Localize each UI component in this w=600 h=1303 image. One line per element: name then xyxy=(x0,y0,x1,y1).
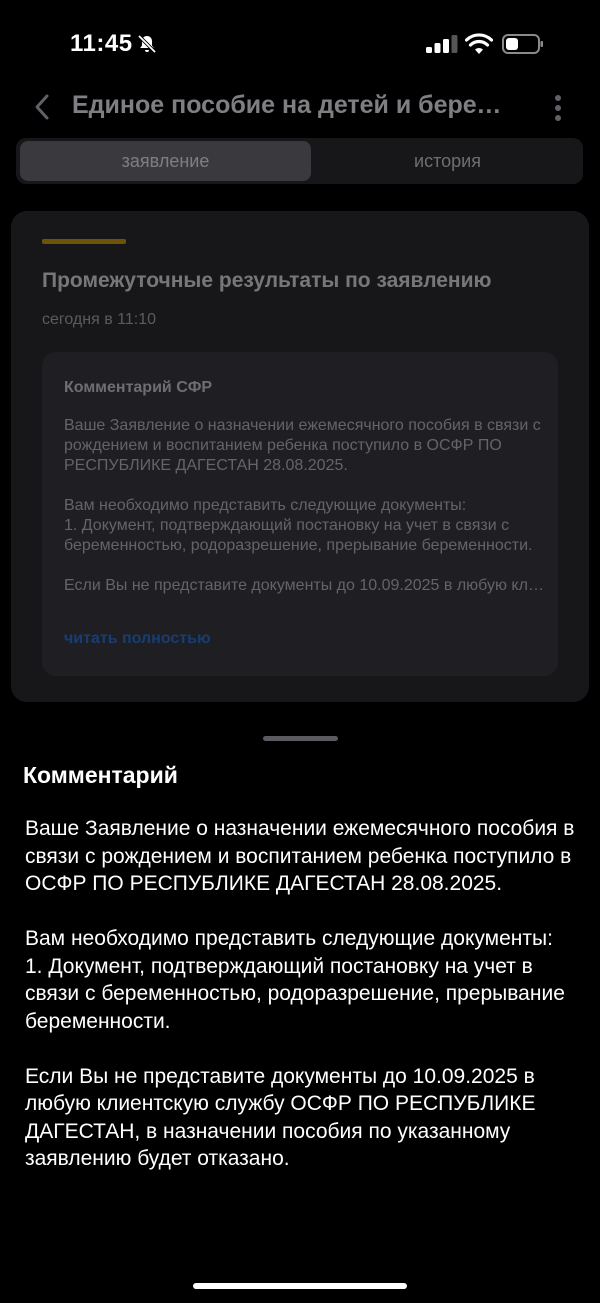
tab-application[interactable]: заявление xyxy=(20,141,311,181)
sheet-paragraph: Ваше Заявление о назначении ежемесячного… xyxy=(25,817,575,895)
comment-paragraph: Вам необходимо представить следующие док… xyxy=(64,497,533,554)
wifi-icon xyxy=(465,33,493,54)
comment-preview: Ваше Заявление о назначении ежемесячного… xyxy=(64,416,544,616)
read-more-link[interactable]: читать полностью xyxy=(64,630,211,648)
card-date: сегодня в 11:10 xyxy=(42,311,157,328)
page-title: Единое пособие на детей и беременным xyxy=(72,91,517,119)
sheet-drag-handle[interactable] xyxy=(263,736,338,741)
chevron-left-icon[interactable] xyxy=(30,92,56,122)
sheet-paragraph: Вам необходимо представить следующие док… xyxy=(25,927,565,1033)
more-vertical-icon[interactable] xyxy=(550,94,566,122)
card-accent-bar xyxy=(42,239,126,244)
comment-paragraph: Ваше Заявление о назначении ежемесячного… xyxy=(64,417,541,474)
signal-icon xyxy=(426,35,458,53)
comment-paragraph: Если Вы не представите документы до 10.0… xyxy=(64,577,544,594)
status-card: Промежуточные результаты по заявлению се… xyxy=(11,211,589,702)
sheet-body: Ваше Заявление о назначении ежемесячного… xyxy=(25,815,580,1200)
segmented-control: заявление история xyxy=(16,138,583,184)
comment-heading: Комментарий СФР xyxy=(64,379,213,396)
card-title: Промежуточные результаты по заявлению xyxy=(42,269,492,292)
home-indicator[interactable] xyxy=(193,1283,407,1289)
status-time: 11:45 xyxy=(70,30,133,57)
sheet-title: Комментарий xyxy=(23,762,178,788)
bell-off-icon xyxy=(137,34,157,54)
sheet-paragraph: Если Вы не представите документы до 10.0… xyxy=(25,1064,536,1171)
tab-history[interactable]: история xyxy=(316,141,579,181)
comment-box: Комментарий СФР Ваше Заявление о назначе… xyxy=(42,352,558,676)
battery-icon xyxy=(502,34,543,54)
status-bar: 11:45 xyxy=(0,0,600,80)
